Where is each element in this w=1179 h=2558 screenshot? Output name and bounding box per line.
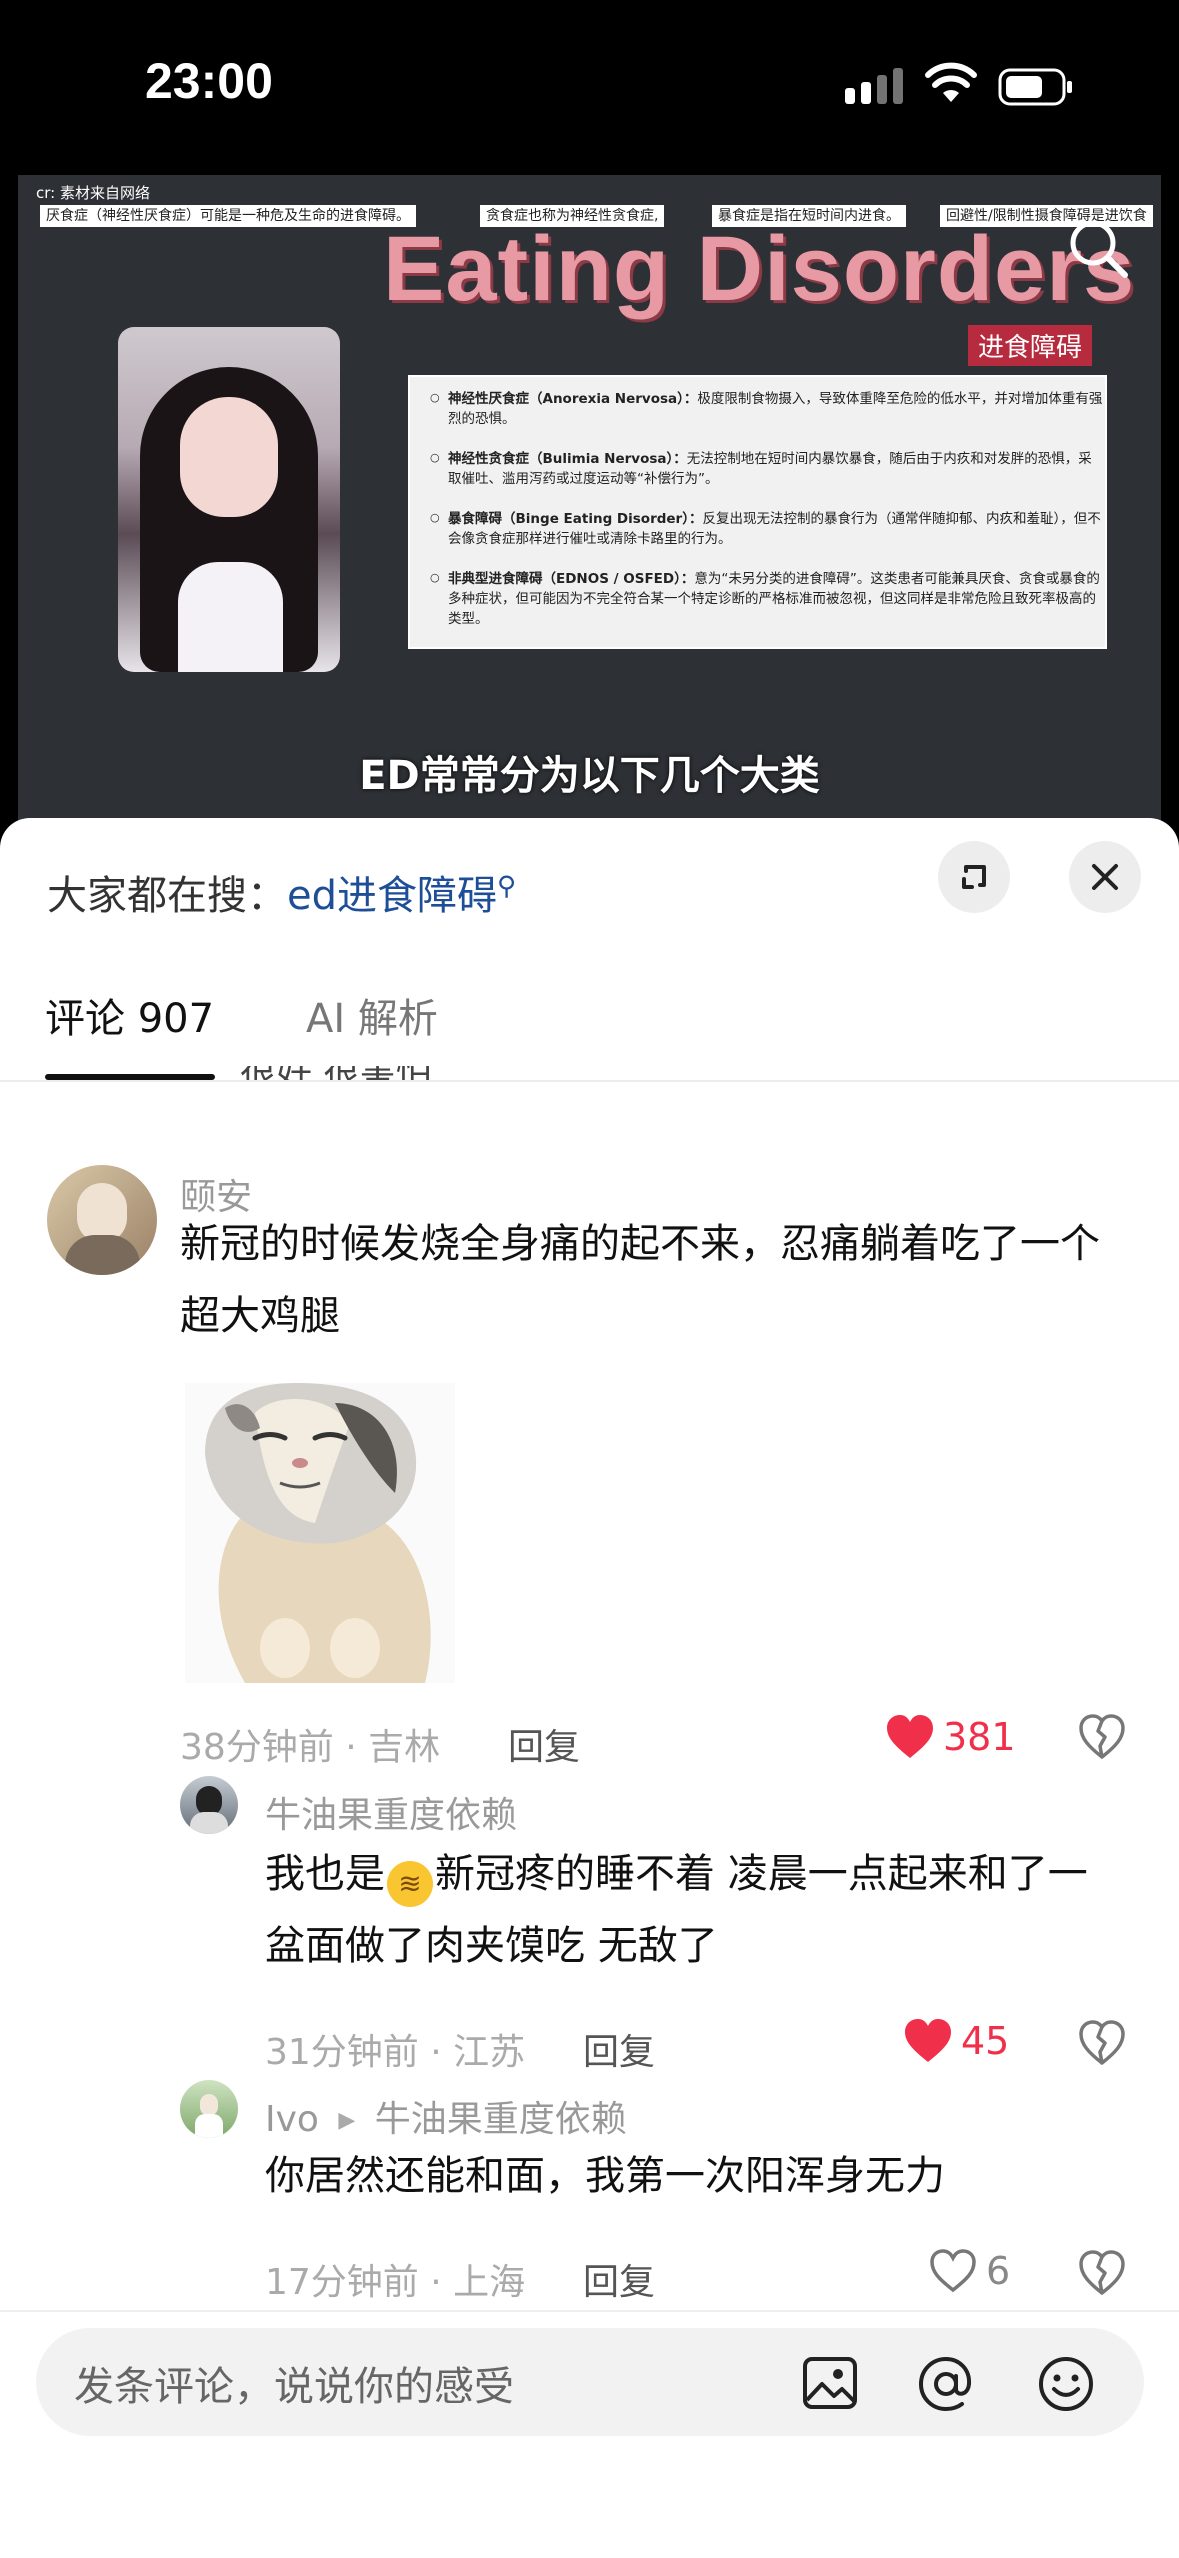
video-tag: 厌食症（神经性厌食症）可能是一种危及生命的进食障碍。 bbox=[40, 205, 416, 227]
dislike-icon[interactable] bbox=[1078, 2020, 1126, 2066]
avatar[interactable] bbox=[180, 1776, 238, 1834]
comment-composer-bar: 发条评论，说说你的感受 bbox=[0, 2310, 1179, 2558]
like-button[interactable]: 45 bbox=[903, 2018, 1009, 2064]
emoji-icon[interactable] bbox=[1036, 2354, 1096, 2414]
heart-outline-icon bbox=[930, 2249, 976, 2293]
comment-username[interactable]: 牛油果重度依赖 bbox=[265, 1786, 517, 1838]
comment-sheet: 大家都在搜：ed进食障碍⚲ 评论 907 AI 解析 很好 很害怕 颐安 新冠的… bbox=[0, 818, 1179, 2556]
comment-meta: 31分钟前 · 江苏 bbox=[265, 2032, 526, 2073]
video-subtitle: ED常常分为以下几个大类 bbox=[359, 753, 820, 799]
presenter-photo bbox=[118, 327, 340, 672]
comment-text: 你居然还能和面，我第一次阳浑身无力 bbox=[265, 2153, 945, 2199]
video-title-cn: 进食障碍 bbox=[968, 325, 1093, 366]
comment-text: 新冠的时候发烧全身痛的起不来，忍痛躺着吃了一个超大鸡腿 bbox=[180, 1221, 1100, 1339]
comment-input[interactable]: 发条评论，说说你的感受 bbox=[36, 2328, 1144, 2436]
mention-icon[interactable] bbox=[916, 2354, 976, 2414]
video-watermark: cr: 素材来自网络 bbox=[36, 184, 150, 202]
info-textbox: 神经性厌食症（Anorexia Nervosa）：极度限制食物摄入，导致体重降至… bbox=[408, 375, 1107, 649]
comment-meta: 17分钟前 · 上海 bbox=[265, 2262, 526, 2303]
search-icon[interactable] bbox=[1063, 213, 1133, 283]
tab-ai-analysis[interactable]: AI 解析 bbox=[306, 986, 438, 1044]
wifi-icon bbox=[925, 62, 977, 102]
bullet-item: 暴食障碍（Binge Eating Disorder）：反复出现无法控制的暴食行… bbox=[430, 508, 1103, 549]
heart-filled-icon bbox=[905, 2019, 951, 2062]
like-button[interactable]: 6 bbox=[928, 2248, 1010, 2294]
hot-search-prefix: 大家都在搜： bbox=[47, 873, 287, 919]
comment-username-row: Ivo ▶ 牛油果重度依赖 bbox=[265, 2090, 627, 2142]
reply-button[interactable]: 回复 bbox=[583, 2023, 655, 2075]
close-icon bbox=[1092, 864, 1118, 890]
reply-arrow-icon: ▶ bbox=[338, 2108, 356, 2133]
reply-to-username[interactable]: 牛油果重度依赖 bbox=[375, 2099, 627, 2140]
video-title: Eating Disorders bbox=[383, 218, 1136, 320]
dislike-icon[interactable] bbox=[1078, 1714, 1126, 1760]
bullet-item: 神经性贪食症（Bulimia Nervosa）：无法控制地在短时间内暴饮暴食，随… bbox=[430, 448, 1103, 489]
dislike-icon[interactable] bbox=[1078, 2250, 1126, 2296]
heart-filled-icon bbox=[887, 1715, 933, 1758]
expand-button[interactable] bbox=[938, 841, 1010, 913]
search-icon: ⚲ bbox=[497, 871, 517, 902]
comment-input-placeholder: 发条评论，说说你的感受 bbox=[74, 2364, 514, 2410]
tab-bar: 评论 907 AI 解析 bbox=[0, 986, 1179, 1050]
status-time: 23:00 bbox=[145, 53, 273, 109]
comment-username[interactable]: Ivo bbox=[265, 2099, 319, 2140]
tab-comments[interactable]: 评论 907 bbox=[45, 986, 214, 1044]
reply-button[interactable]: 回复 bbox=[508, 1718, 580, 1770]
hot-search-keyword[interactable]: ed进食障碍 bbox=[287, 873, 497, 919]
like-count: 45 bbox=[961, 2019, 1010, 2063]
divider bbox=[0, 1080, 1179, 1082]
avatar[interactable] bbox=[47, 1165, 157, 1275]
avatar[interactable] bbox=[180, 2080, 238, 2138]
reply-button[interactable]: 回复 bbox=[583, 2253, 655, 2305]
like-button[interactable]: 381 bbox=[885, 1714, 1016, 1760]
image-icon[interactable] bbox=[802, 2356, 858, 2410]
like-count: 381 bbox=[943, 1715, 1016, 1759]
expand-icon bbox=[962, 865, 986, 889]
battery-icon bbox=[998, 68, 1072, 106]
like-count: 6 bbox=[986, 2249, 1011, 2293]
laughing-crying-emoji-icon: ≋ bbox=[387, 1861, 433, 1907]
cat-sticker bbox=[185, 1383, 455, 1683]
video-player[interactable]: cr: 素材来自网络 厌食症（神经性厌食症）可能是一种危及生命的进食障碍。 贪食… bbox=[18, 175, 1161, 820]
close-button[interactable] bbox=[1069, 841, 1141, 913]
hot-search[interactable]: 大家都在搜：ed进食障碍⚲ bbox=[47, 863, 516, 921]
bullet-item: 神经性厌食症（Anorexia Nervosa）：极度限制食物摄入，导致体重降至… bbox=[430, 388, 1103, 429]
comment-meta: 38分钟前 · 吉林 bbox=[180, 1727, 441, 1768]
cellular-signal-icon bbox=[845, 68, 905, 104]
bullet-item: 非典型进食障碍（EDNOS / OSFED）：意为“未另分类的进食障碍”。这类患… bbox=[430, 568, 1103, 629]
comment-text: 我也是 ≋ 新冠疼的睡不着 凌晨一点起来和了一盆面做了肉夹馍吃 无敌了 bbox=[265, 1851, 1088, 1969]
